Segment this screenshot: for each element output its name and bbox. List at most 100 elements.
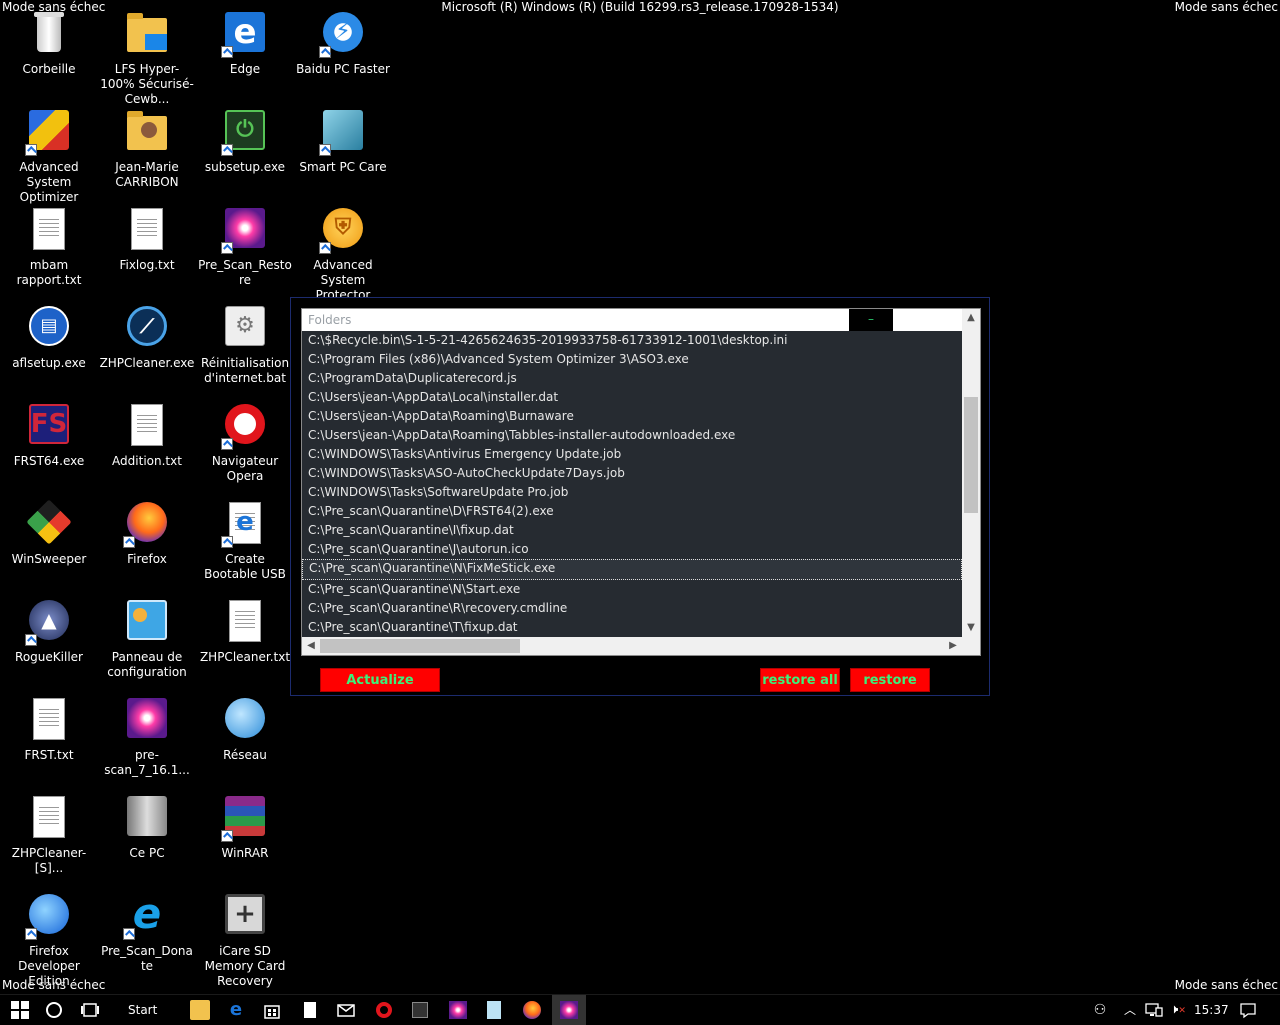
desktop-icon-prescan-donate[interactable]: e Pre_Scan_Donate	[98, 886, 196, 982]
desktop-icon-aflsetup[interactable]: ▤ aflsetup.exe	[0, 298, 98, 394]
winsweeper-icon	[26, 499, 72, 545]
desktop-icon-prescan-7[interactable]: pre-scan_7_16.1...	[98, 690, 196, 786]
desktop-icon-lfs-folder[interactable]: LFS Hyper-100% Sécurisé-Cewb...	[98, 4, 196, 106]
safe-mode-label-bottom-right: Mode sans échec	[1174, 978, 1278, 992]
vertical-scrollbar[interactable]: ▲ ▼	[962, 309, 980, 637]
volume-muted-icon[interactable]: 🕨✕	[1168, 1000, 1188, 1020]
document-taskbar-icon[interactable]	[300, 1000, 320, 1020]
desktop-icon-advanced-system-protector[interactable]: ⛨ Advanced System Protector	[294, 200, 392, 302]
desktop-icon-icare[interactable]: + iCare SD Memory Card Recovery	[196, 886, 294, 988]
desktop-icon-zhpcleaner-txt[interactable]: ZHPCleaner.txt	[196, 592, 294, 688]
desktop-icon-edge[interactable]: e Edge	[196, 4, 294, 100]
desktop-icon-fixlog[interactable]: Fixlog.txt	[98, 200, 196, 296]
desktop-icon-firefox[interactable]: Firefox	[98, 494, 196, 590]
desktop-icon-opera[interactable]: Navigateur Opera	[196, 396, 294, 492]
restore-all-button[interactable]: restore all	[760, 668, 840, 692]
minimize-button[interactable]: –	[849, 309, 893, 331]
notifications-icon[interactable]	[1238, 1000, 1258, 1020]
desktop-icon-subsetup[interactable]: ⏻ subsetup.exe	[196, 102, 294, 198]
table-row[interactable]: C:\Pre_scan\Quarantine\I\fixup.dat	[302, 521, 962, 540]
table-row[interactable]: C:\Users\jean-\AppData\Roaming\Tabbles-i…	[302, 426, 962, 445]
table-row[interactable]: C:\Pre_scan\Quarantine\D\FRST64(2).exe	[302, 502, 962, 521]
search-icon[interactable]	[44, 1000, 64, 1020]
scroll-down-icon[interactable]: ▼	[962, 619, 980, 637]
vertical-scroll-thumb[interactable]	[964, 397, 978, 513]
control-panel-icon	[127, 600, 167, 640]
prescan-icon	[127, 698, 167, 738]
shortcut-arrow-icon	[221, 144, 233, 156]
horizontal-scrollbar[interactable]: ◀ ▶	[302, 637, 962, 655]
desktop-icon-reinitialisation-internet[interactable]: ⚙ Réinitialisation d'internet.bat	[196, 298, 294, 394]
computer-icon	[127, 796, 167, 836]
actualize-button[interactable]: Actualize	[320, 668, 440, 692]
table-row[interactable]: C:\Users\jean-\AppData\Roaming\Burnaware	[302, 407, 962, 426]
shortcut-arrow-icon	[25, 928, 37, 940]
desktop-icon-reseau[interactable]: Réseau	[196, 690, 294, 786]
desktop-icon-control-panel[interactable]: Panneau de configuration	[98, 592, 196, 688]
opera-taskbar-icon[interactable]	[374, 1000, 394, 1020]
shortcut-arrow-icon	[221, 830, 233, 842]
desktop-icon-user-folder[interactable]: Jean-Marie CARRIBON	[98, 102, 196, 198]
desktop-icon-advanced-system-optimizer[interactable]: Advanced System Optimizer	[0, 102, 98, 204]
scrollbar-corner	[962, 637, 980, 655]
table-row[interactable]: C:\Pre_scan\Quarantine\T\fixup.dat	[302, 618, 962, 637]
tray-chevron-icon[interactable]: ︿	[1120, 1000, 1140, 1020]
desktop-icon-frst-txt[interactable]: FRST.txt	[0, 690, 98, 786]
file-explorer-icon[interactable]	[190, 1000, 210, 1020]
table-row[interactable]: C:\Program Files (x86)\Advanced System O…	[302, 350, 962, 369]
table-row[interactable]: C:\WINDOWS\Tasks\Antivirus Emergency Upd…	[302, 445, 962, 464]
firefox-taskbar-icon[interactable]	[522, 1000, 542, 1020]
edge-taskbar-icon[interactable]: e	[226, 1000, 246, 1020]
desktop-icon-create-bootable-usb[interactable]: e Create Bootable USB	[196, 494, 294, 590]
table-row[interactable]: C:\Users\jean-\AppData\Local\installer.d…	[302, 388, 962, 407]
desktop-icon-firefox-developer[interactable]: Firefox Developer Edition	[0, 886, 98, 988]
network-tray-icon[interactable]	[1144, 1000, 1164, 1020]
desktop-icon-winsweeper[interactable]: WinSweeper	[0, 494, 98, 590]
desktop-icon-prescan-restore[interactable]: Pre_Scan_Restore	[196, 200, 294, 296]
shortcut-arrow-icon	[25, 144, 37, 156]
table-row[interactable]: C:\Pre_scan\Quarantine\N\FixMeStick.exe	[302, 559, 962, 580]
table-row[interactable]: C:\Pre_scan\Quarantine\R\recovery.cmdlin…	[302, 599, 962, 618]
app-taskbar-icon[interactable]	[410, 1000, 430, 1020]
shortcut-arrow-icon	[123, 928, 135, 940]
desktop-icon-corbeille[interactable]: Corbeille	[0, 4, 98, 100]
clock[interactable]: 15:37	[1194, 995, 1229, 1025]
start-label[interactable]: Start	[128, 995, 157, 1025]
list-rows: C:\$Recycle.bin\S-1-5-21-4265624635-2019…	[302, 331, 962, 637]
table-row[interactable]: C:\$Recycle.bin\S-1-5-21-4265624635-2019…	[302, 331, 962, 350]
table-row[interactable]: C:\WINDOWS\Tasks\ASO-AutoCheckUpdate7Day…	[302, 464, 962, 483]
prescan-active-taskbar-icon[interactable]	[552, 995, 586, 1025]
desktop-icon-addition[interactable]: Addition.txt	[98, 396, 196, 492]
folders-column-header[interactable]: Folders	[308, 313, 351, 327]
desktop-icon-smart-pc-care[interactable]: Smart PC Care	[294, 102, 392, 198]
desktop-icon-mbam-rapport[interactable]: mbam rapport.txt	[0, 200, 98, 296]
people-icon[interactable]: ⚇	[1090, 1000, 1110, 1020]
scroll-up-icon[interactable]: ▲	[962, 309, 980, 327]
text-file-icon	[131, 404, 163, 446]
store-icon[interactable]	[262, 1000, 282, 1020]
table-row[interactable]: C:\Pre_scan\Quarantine\J\autorun.ico	[302, 540, 962, 559]
desktop-icon-ce-pc[interactable]: Ce PC	[98, 788, 196, 884]
shortcut-arrow-icon	[221, 536, 233, 548]
table-row[interactable]: C:\ProgramData\Duplicaterecord.js	[302, 369, 962, 388]
desktop-icon-zhpcleaner-s[interactable]: ZHPCleaner-[S]...	[0, 788, 98, 884]
windows-start-icon[interactable]	[10, 1000, 30, 1020]
desktop-icon-zhpcleaner-exe[interactable]: ⟋ ZHPCleaner.exe	[98, 298, 196, 394]
task-view-icon[interactable]	[80, 1000, 100, 1020]
text-file-icon	[33, 698, 65, 740]
horizontal-scroll-thumb[interactable]	[320, 639, 520, 653]
restore-button[interactable]: restore	[850, 668, 930, 692]
desktop-icon-frst64[interactable]: FS FRST64.exe	[0, 396, 98, 492]
desktop-icon-roguekiller[interactable]: ▲ RogueKiller	[0, 592, 98, 688]
desktop-icon-baidu[interactable]: ⚡ Baidu PC Faster	[294, 4, 392, 100]
scroll-left-icon[interactable]: ◀	[302, 637, 320, 655]
mail-icon[interactable]	[336, 1000, 356, 1020]
scroll-right-icon[interactable]: ▶	[944, 637, 962, 655]
text-file-icon	[33, 208, 65, 250]
notepad-taskbar-icon[interactable]	[484, 1000, 504, 1020]
table-row[interactable]: C:\WINDOWS\Tasks\SoftwareUpdate Pro.job	[302, 483, 962, 502]
table-row[interactable]: C:\Pre_scan\Quarantine\N\Start.exe	[302, 580, 962, 599]
desktop-icon-winrar[interactable]: WinRAR	[196, 788, 294, 884]
prescan-taskbar-icon[interactable]	[448, 1000, 468, 1020]
shortcut-arrow-icon	[25, 634, 37, 646]
